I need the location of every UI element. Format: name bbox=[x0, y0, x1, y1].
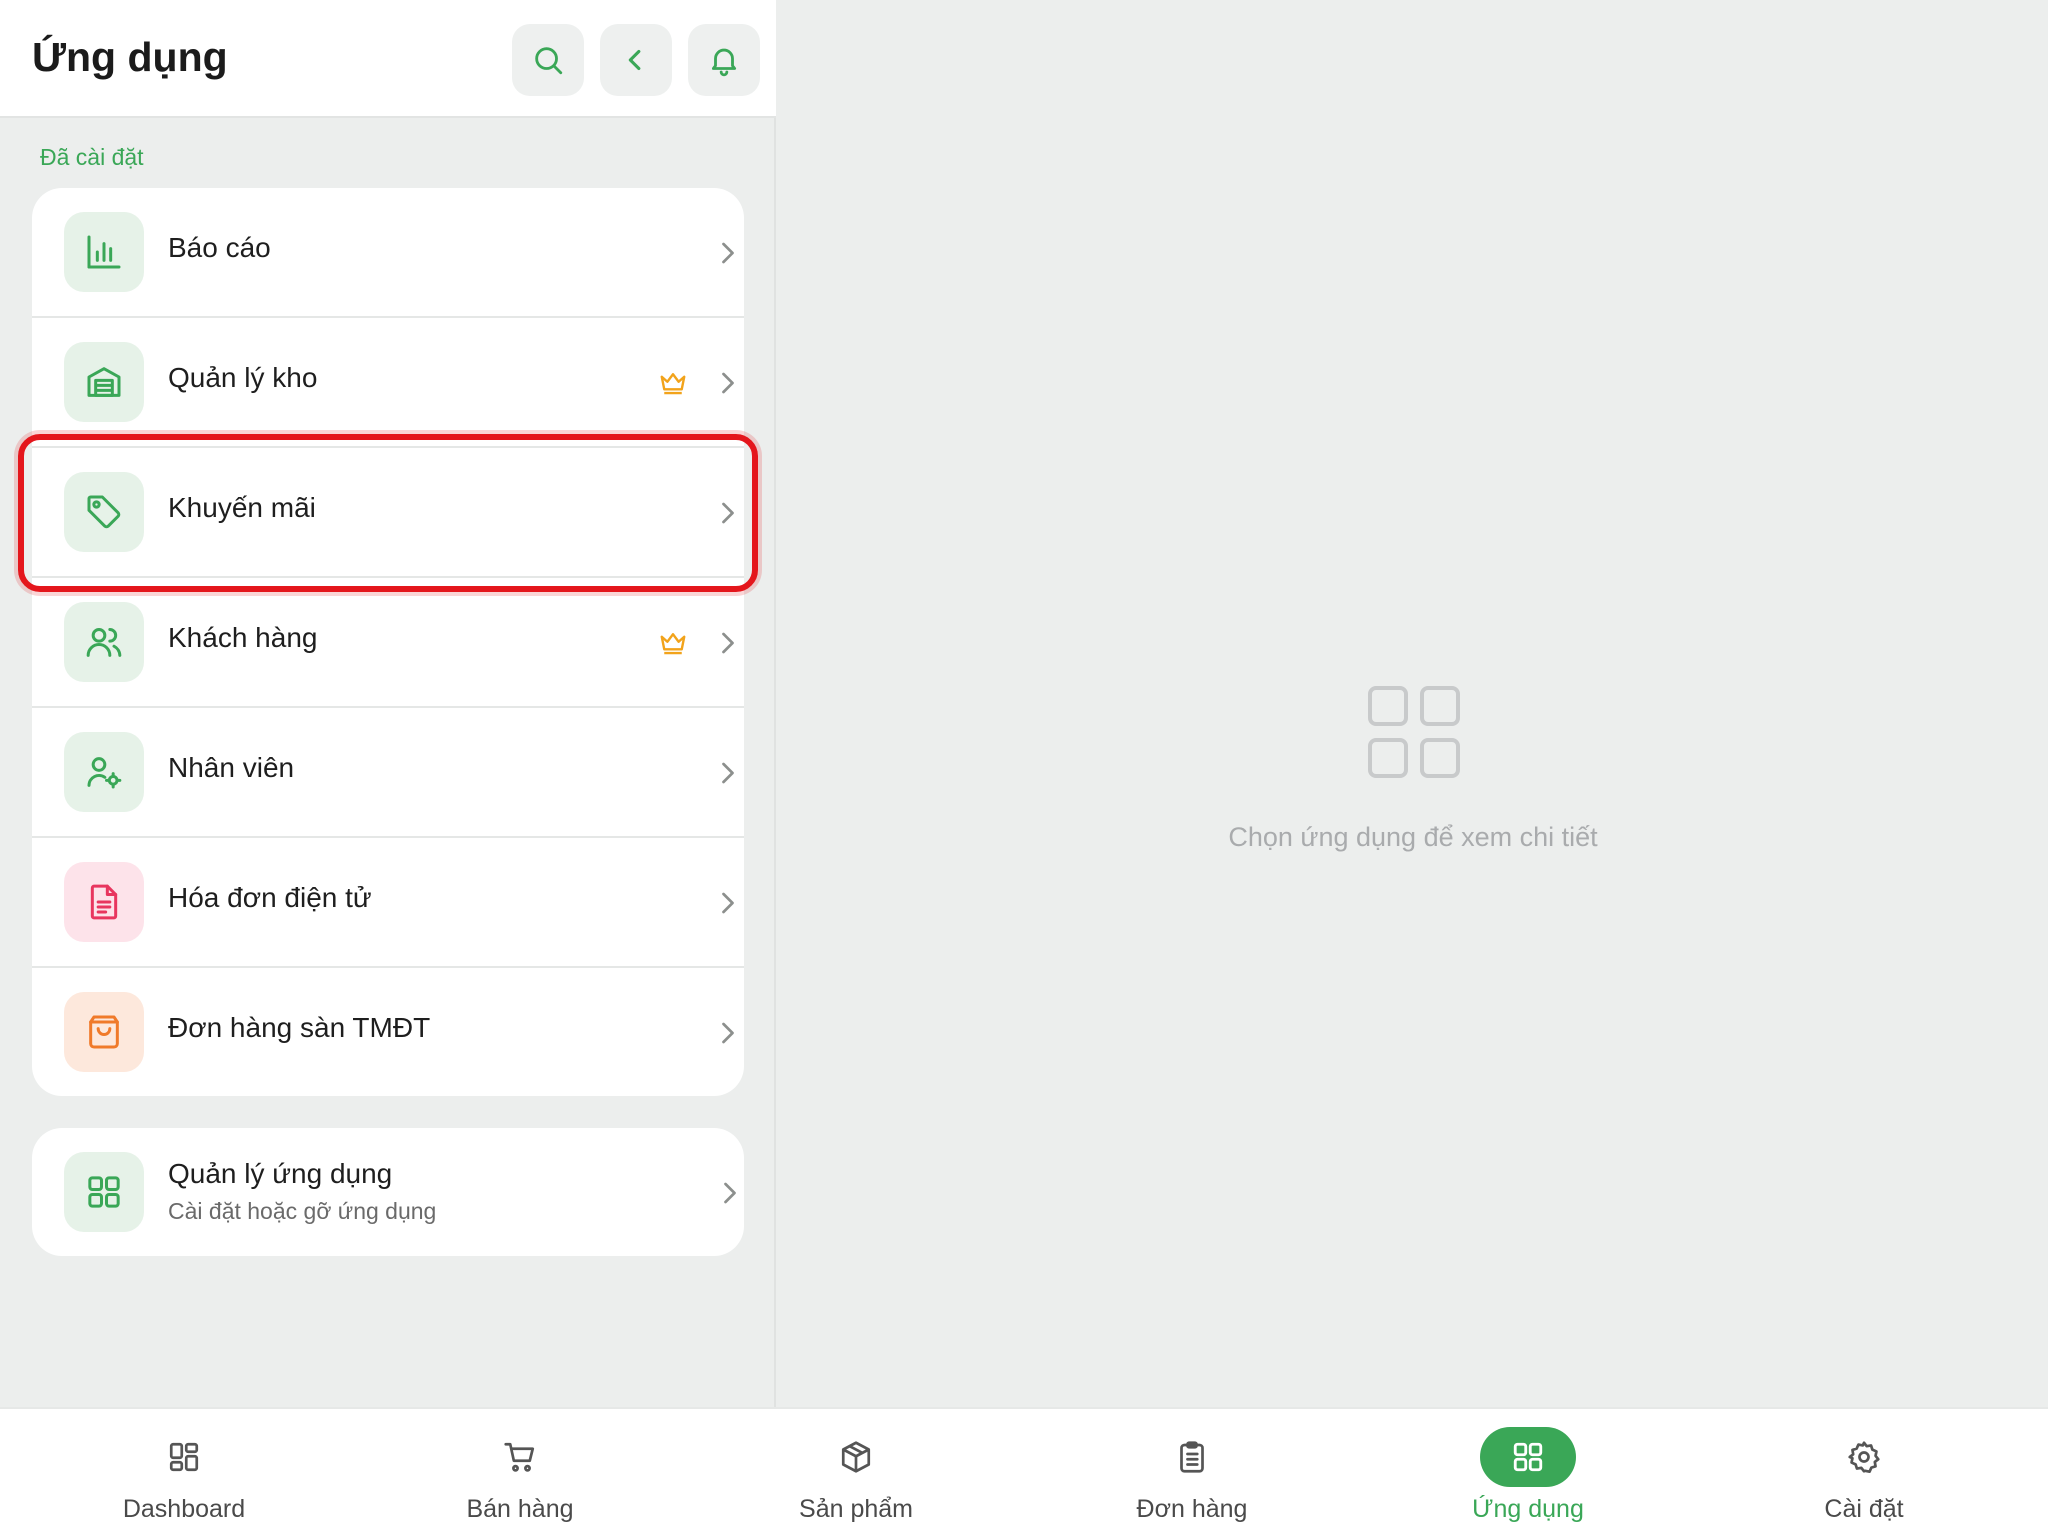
nav-label: Sản phẩm bbox=[799, 1495, 913, 1523]
chevron-left-icon bbox=[628, 49, 641, 71]
crown-icon bbox=[660, 633, 686, 655]
shopping-bag-icon bbox=[64, 992, 144, 1072]
manage-apps-subtitle: Cài đặt hoặc gỡ ứng dụng bbox=[168, 1198, 437, 1224]
manage-apps-card[interactable]: Quản lý ứng dụng Cài đặt hoặc gỡ ứng dụn… bbox=[32, 1128, 744, 1256]
notification-button[interactable] bbox=[688, 24, 760, 96]
nav-item-products[interactable]: Sản phẩm bbox=[756, 1409, 956, 1536]
nav-icon-container bbox=[472, 1427, 568, 1487]
chevron-right-icon bbox=[724, 1182, 736, 1204]
box-icon bbox=[841, 1441, 871, 1473]
apps-grid-icon bbox=[64, 1152, 144, 1232]
search-icon bbox=[535, 47, 563, 75]
search-button[interactable] bbox=[512, 24, 584, 96]
nav-icon-container bbox=[136, 1427, 232, 1487]
app-item-label: Khách hàng bbox=[168, 622, 318, 653]
bottom-navigation: Dashboard Bán hàng Sản phẩm Đơn hàng Ứng… bbox=[0, 1407, 2048, 1536]
empty-state-text: Chọn ứng dụng để xem chi tiết bbox=[1228, 822, 1598, 852]
app-item-label: Nhân viên bbox=[168, 752, 295, 783]
chevron-right-icon bbox=[722, 762, 734, 784]
apps-grid-icon bbox=[1513, 1442, 1543, 1472]
installed-section-label: Đã cài đặt bbox=[40, 144, 144, 170]
manage-apps-title: Quản lý ứng dụng bbox=[168, 1158, 393, 1189]
app-item-warehouse[interactable]: Quản lý kho bbox=[32, 318, 744, 448]
nav-item-apps[interactable]: Ứng dụng bbox=[1428, 1409, 1628, 1536]
installed-apps-card: Báo cáo Quản lý kho Khuyến mãi Khách hàn… bbox=[32, 188, 744, 1096]
cart-icon bbox=[504, 1442, 535, 1472]
bell-icon bbox=[711, 48, 737, 77]
nav-icon-container bbox=[1480, 1427, 1576, 1487]
app-item-label: Báo cáo bbox=[168, 232, 271, 263]
bar-chart-icon bbox=[64, 212, 144, 292]
app-item-label: Khuyến mãi bbox=[168, 492, 316, 523]
warehouse-icon bbox=[64, 342, 144, 422]
chevron-right-icon bbox=[722, 632, 734, 654]
nav-label: Đơn hàng bbox=[1136, 1495, 1248, 1523]
nav-label: Dashboard bbox=[122, 1495, 246, 1523]
chevron-right-icon bbox=[722, 1022, 734, 1044]
app-item-label: Quản lý kho bbox=[168, 362, 318, 393]
nav-icon-container bbox=[1816, 1427, 1912, 1487]
tag-icon bbox=[64, 472, 144, 552]
nav-label: Cài đặt bbox=[1824, 1495, 1904, 1523]
app-item-reports[interactable]: Báo cáo bbox=[32, 188, 744, 318]
chevron-right-icon bbox=[722, 892, 734, 914]
crown-icon bbox=[660, 373, 686, 395]
clipboard-icon bbox=[1180, 1441, 1204, 1473]
document-icon bbox=[64, 862, 144, 942]
nav-icon-container bbox=[1144, 1427, 1240, 1487]
gear-icon bbox=[1848, 1441, 1880, 1474]
nav-item-orders[interactable]: Đơn hàng bbox=[1092, 1409, 1292, 1536]
chevron-right-icon bbox=[722, 242, 734, 264]
nav-item-dashboard[interactable]: Dashboard bbox=[84, 1409, 284, 1536]
nav-item-settings[interactable]: Cài đặt bbox=[1764, 1409, 1964, 1536]
app-item-label: Đơn hàng sàn TMĐT bbox=[168, 1012, 431, 1043]
nav-item-sales[interactable]: Bán hàng bbox=[420, 1409, 620, 1536]
app-item-e-invoice[interactable]: Hóa đơn điện tử bbox=[32, 838, 744, 968]
app-item-label: Hóa đơn điện tử bbox=[168, 882, 372, 913]
page-title: Ứng dụng bbox=[32, 34, 228, 80]
nav-label: Ứng dụng bbox=[1472, 1495, 1584, 1523]
back-button[interactable] bbox=[600, 24, 672, 96]
app-item-ecommerce-orders[interactable]: Đơn hàng sàn TMĐT bbox=[32, 968, 744, 1096]
app-item-promotions[interactable]: Khuyến mãi bbox=[32, 448, 744, 578]
app-item-customers[interactable]: Khách hàng bbox=[32, 578, 744, 708]
dashboard-icon bbox=[169, 1442, 199, 1472]
apps-list-panel: Ứng dụng Đã cài đặt Báo cáo Quản lý kho … bbox=[0, 0, 776, 1407]
nav-label: Bán hàng bbox=[466, 1495, 574, 1523]
top-bar: Ứng dụng bbox=[0, 0, 776, 118]
users-icon bbox=[64, 602, 144, 682]
apps-grid-icon bbox=[1368, 686, 1460, 778]
app-item-staff[interactable]: Nhân viên bbox=[32, 708, 744, 838]
chevron-right-icon bbox=[722, 502, 734, 524]
nav-icon-container bbox=[808, 1427, 904, 1487]
user-gear-icon bbox=[64, 732, 144, 812]
detail-panel-empty-state: Chọn ứng dụng để xem chi tiết bbox=[778, 0, 2048, 1407]
chevron-right-icon bbox=[722, 372, 734, 394]
